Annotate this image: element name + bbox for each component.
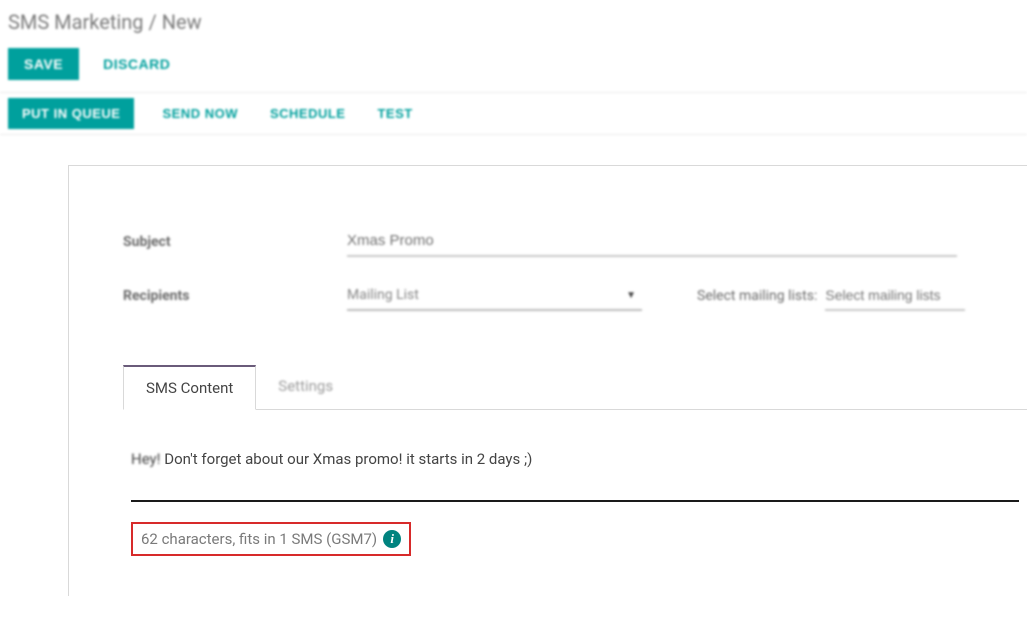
chevron-down-icon: ▼ <box>626 290 636 301</box>
breadcrumb: SMS Marketing / New <box>0 0 1027 42</box>
mailing-lists-label: Select mailing lists: <box>697 288 817 304</box>
breadcrumb-text: SMS Marketing / New <box>8 10 202 34</box>
recipients-select-value: Mailing List <box>347 287 419 303</box>
toolbar-primary: SAVE DISCARD <box>0 42 1027 92</box>
subject-label: Subject <box>123 234 347 250</box>
form-card: Subject Recipients Mailing List ▼ Select… <box>68 165 1027 596</box>
recipients-select[interactable]: Mailing List ▼ <box>347 281 642 311</box>
char-count-text: 62 characters, fits in 1 SMS (GSM7) <box>141 530 377 548</box>
sms-content-panel: Hey! Don't forget about our Xmas promo! … <box>123 410 1027 556</box>
tab-settings[interactable]: Settings <box>256 365 355 409</box>
tabs: SMS Content Settings <box>123 365 1027 410</box>
info-icon[interactable]: i <box>383 530 401 548</box>
tab-sms-content[interactable]: SMS Content <box>123 365 256 410</box>
schedule-button[interactable]: SCHEDULE <box>266 98 350 129</box>
subject-input[interactable] <box>347 226 957 257</box>
test-button[interactable]: TEST <box>373 98 416 129</box>
send-now-button[interactable]: SEND NOW <box>158 98 242 129</box>
save-button[interactable]: SAVE <box>8 48 79 80</box>
mailing-lists-input[interactable] <box>825 281 965 311</box>
sms-body-rest: Don't forget about our Xmas promo! it st… <box>161 450 533 468</box>
char-count-highlight: 62 characters, fits in 1 SMS (GSM7) i <box>131 522 411 556</box>
put-in-queue-button[interactable]: PUT IN QUEUE <box>8 98 134 129</box>
sms-body-first-word: Hey! <box>131 450 161 468</box>
recipients-row: Recipients Mailing List ▼ Select mailing… <box>123 281 1027 311</box>
discard-button[interactable]: DISCARD <box>99 48 174 80</box>
recipients-label: Recipients <box>123 288 347 304</box>
sms-body-input[interactable]: Hey! Don't forget about our Xmas promo! … <box>131 450 1019 502</box>
subject-row: Subject <box>123 226 1027 257</box>
toolbar-secondary: PUT IN QUEUE SEND NOW SCHEDULE TEST <box>0 92 1027 135</box>
recipients-controls: Mailing List ▼ Select mailing lists: <box>347 281 1027 311</box>
